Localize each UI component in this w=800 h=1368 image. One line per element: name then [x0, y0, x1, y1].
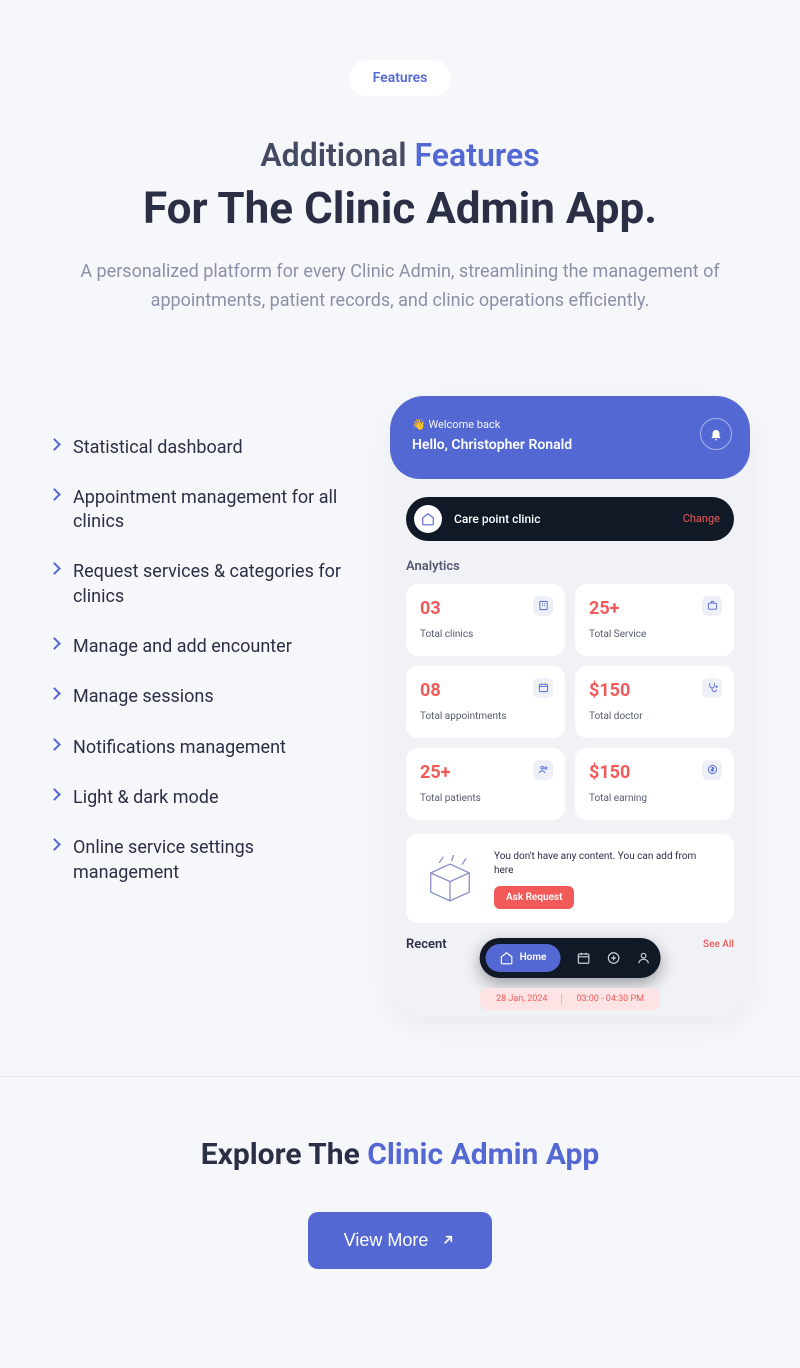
clinic-name: Care point clinic	[454, 512, 683, 526]
chevron-right-icon	[48, 738, 61, 751]
stat-label: Total Service	[589, 629, 720, 640]
appointment-date: 28 Jan, 2024	[496, 994, 547, 1004]
stat-card-patients[interactable]: 25+ Total patients	[406, 748, 565, 820]
feature-item-label: Appointment management for all clinics	[73, 486, 360, 535]
stat-label: Total patients	[420, 793, 551, 804]
arrow-up-right-icon	[440, 1232, 456, 1248]
feature-item-label: Light & dark mode	[73, 786, 219, 810]
feature-item: Manage and add encounter	[50, 635, 360, 659]
change-clinic-link[interactable]: Change	[683, 512, 720, 525]
feature-item: Online service settings management	[50, 836, 360, 885]
empty-box-icon	[422, 855, 478, 903]
explore-pre: Explore The	[201, 1137, 368, 1172]
building-icon	[533, 596, 553, 616]
notification-bell-button[interactable]	[700, 418, 732, 450]
appointment-chip: 28 Jan, 2024 03:00 - 04:30 PM	[480, 988, 660, 1010]
subheadline: A personalized platform for every Clinic…	[80, 258, 720, 316]
stat-card-appointments[interactable]: 08 Total appointments	[406, 666, 565, 738]
feature-item-label: Request services & categories for clinic…	[73, 560, 360, 609]
stat-card-clinics[interactable]: 03 Total clinics	[406, 584, 565, 656]
feature-item-label: Statistical dashboard	[73, 436, 243, 460]
stat-value: 08	[420, 680, 551, 701]
users-icon	[533, 760, 553, 780]
empty-state-card: You don't have any content. You can add …	[406, 834, 734, 923]
feature-item: Manage sessions	[50, 685, 360, 709]
stat-label: Total appointments	[420, 711, 551, 722]
feature-item-label: Online service settings management	[73, 836, 360, 885]
hello-user: Hello, Christopher Ronald	[412, 437, 728, 453]
feature-item: Light & dark mode	[50, 786, 360, 810]
headline-large: For The Clinic Admin App.	[40, 182, 760, 234]
analytics-grid: 03 Total clinics 25+ Total Service 08 To…	[406, 584, 734, 820]
chevron-right-icon	[48, 788, 61, 801]
stat-value: 25+	[420, 762, 551, 783]
analytics-label: Analytics	[406, 559, 734, 574]
feature-item: Notifications management	[50, 736, 360, 760]
chevron-right-icon	[48, 438, 61, 451]
nav-calendar-icon[interactable]	[576, 951, 590, 965]
home-icon	[500, 951, 514, 965]
stat-label: Total doctor	[589, 711, 720, 722]
empty-state-text: You don't have any content. You can add …	[494, 850, 718, 878]
nav-home-label: Home	[520, 952, 547, 963]
see-all-link[interactable]: See All	[703, 939, 734, 950]
stat-label: Total earning	[589, 793, 720, 804]
stat-value: 25+	[589, 598, 720, 619]
calendar-icon	[533, 678, 553, 698]
welcome-back-label: 👋 Welcome back	[412, 418, 728, 431]
bottom-nav: Home	[480, 938, 661, 978]
stat-value: $150	[589, 680, 720, 701]
current-clinic-bar[interactable]: Care point clinic Change	[406, 497, 734, 541]
feature-item-label: Manage sessions	[73, 685, 214, 709]
view-more-button[interactable]: View More	[308, 1212, 493, 1269]
stat-value: 03	[420, 598, 551, 619]
hero-section: Features Additional Features For The Cli…	[0, 0, 800, 356]
stat-card-doctor[interactable]: $150 Total doctor	[575, 666, 734, 738]
bell-icon	[709, 427, 723, 441]
appointment-time: 03:00 - 04:30 PM	[576, 994, 644, 1004]
nav-add-icon[interactable]	[606, 951, 620, 965]
clinic-icon	[414, 505, 442, 533]
feature-item: Request services & categories for clinic…	[50, 560, 360, 609]
stat-card-earning[interactable]: $150 Total earning	[575, 748, 734, 820]
explore-accent: Clinic Admin App	[367, 1137, 599, 1172]
chevron-right-icon	[48, 637, 61, 650]
stethoscope-icon	[702, 678, 722, 698]
nav-profile-icon[interactable]	[636, 951, 650, 965]
chevron-right-icon	[48, 488, 61, 501]
recent-label: Recent	[406, 937, 447, 952]
ask-request-button[interactable]: Ask Request	[494, 886, 574, 909]
stat-label: Total clinics	[420, 629, 551, 640]
explore-section: Explore The Clinic Admin App View More	[0, 1076, 800, 1349]
chip-divider	[561, 994, 562, 1004]
nav-home[interactable]: Home	[486, 944, 561, 972]
view-more-label: View More	[344, 1230, 429, 1251]
feature-item: Statistical dashboard	[50, 436, 360, 460]
content-row: Statistical dashboard Appointment manage…	[0, 356, 800, 1076]
briefcase-icon	[702, 596, 722, 616]
headline-small-accent: Features	[415, 136, 540, 174]
stat-value: $150	[589, 762, 720, 783]
phone-header: 👋 Welcome back Hello, Christopher Ronald	[390, 396, 750, 479]
headline-small-pre: Additional	[260, 136, 414, 174]
chevron-right-icon	[48, 688, 61, 701]
feature-list: Statistical dashboard Appointment manage…	[50, 436, 360, 911]
dollar-icon	[702, 760, 722, 780]
feature-item-label: Manage and add encounter	[73, 635, 292, 659]
chevron-right-icon	[48, 563, 61, 576]
phone-mockup: 👋 Welcome back Hello, Christopher Ronald…	[390, 396, 750, 1016]
wave-icon: 👋	[412, 418, 428, 431]
stat-card-service[interactable]: 25+ Total Service	[575, 584, 734, 656]
feature-item-label: Notifications management	[73, 736, 286, 760]
features-pill: Features	[349, 60, 452, 96]
explore-headline: Explore The Clinic Admin App	[20, 1137, 780, 1172]
feature-item: Appointment management for all clinics	[50, 486, 360, 535]
chevron-right-icon	[48, 838, 61, 851]
headline-small: Additional Features	[40, 136, 760, 174]
welcome-text: Welcome back	[428, 418, 500, 431]
